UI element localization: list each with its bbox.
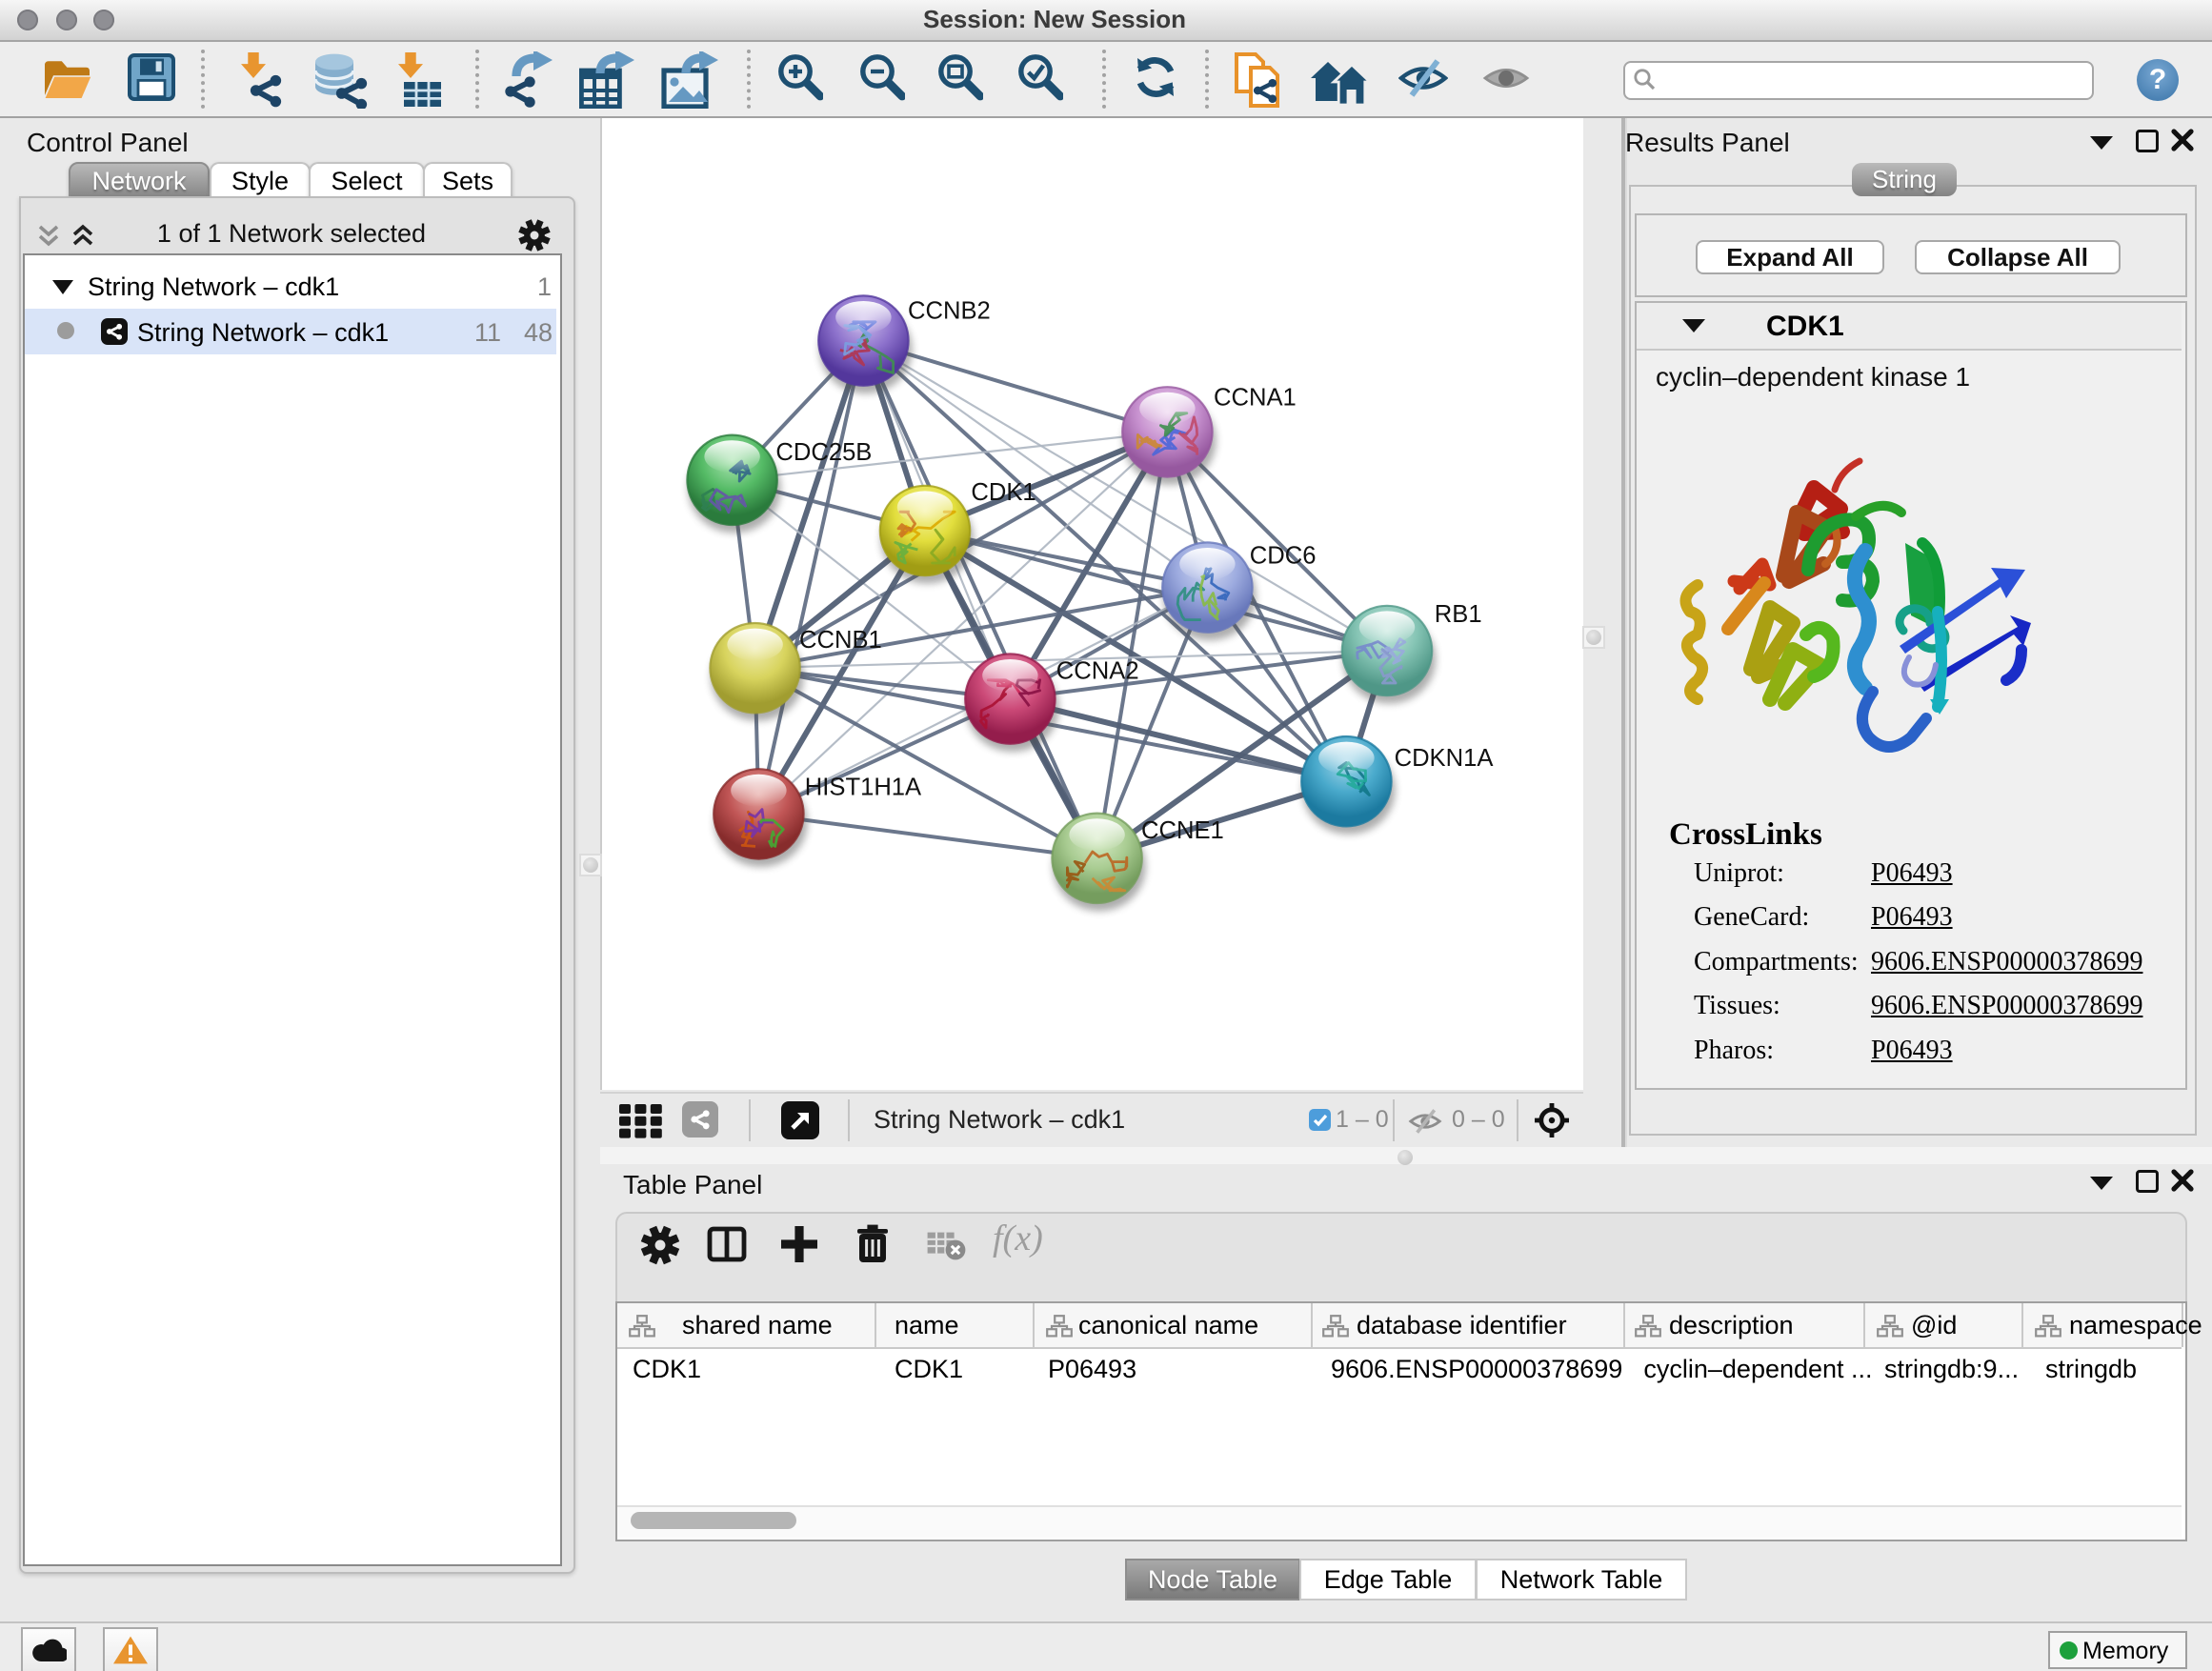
svg-text:CCNA1: CCNA1	[1214, 384, 1297, 411]
svg-text:CCNA2: CCNA2	[1056, 658, 1139, 685]
svg-text:HIST1H1A: HIST1H1A	[805, 774, 922, 800]
svg-text:CDC25B: CDC25B	[775, 439, 872, 466]
svg-text:CDC6: CDC6	[1250, 543, 1317, 570]
svg-text:CDK1: CDK1	[971, 479, 1036, 506]
svg-text:RB1: RB1	[1435, 601, 1482, 628]
svg-text:CCNB2: CCNB2	[908, 298, 991, 325]
svg-text:CCNE1: CCNE1	[1141, 817, 1224, 844]
svg-text:CCNB1: CCNB1	[799, 627, 882, 654]
svg-text:CDKN1A: CDKN1A	[1395, 745, 1495, 772]
